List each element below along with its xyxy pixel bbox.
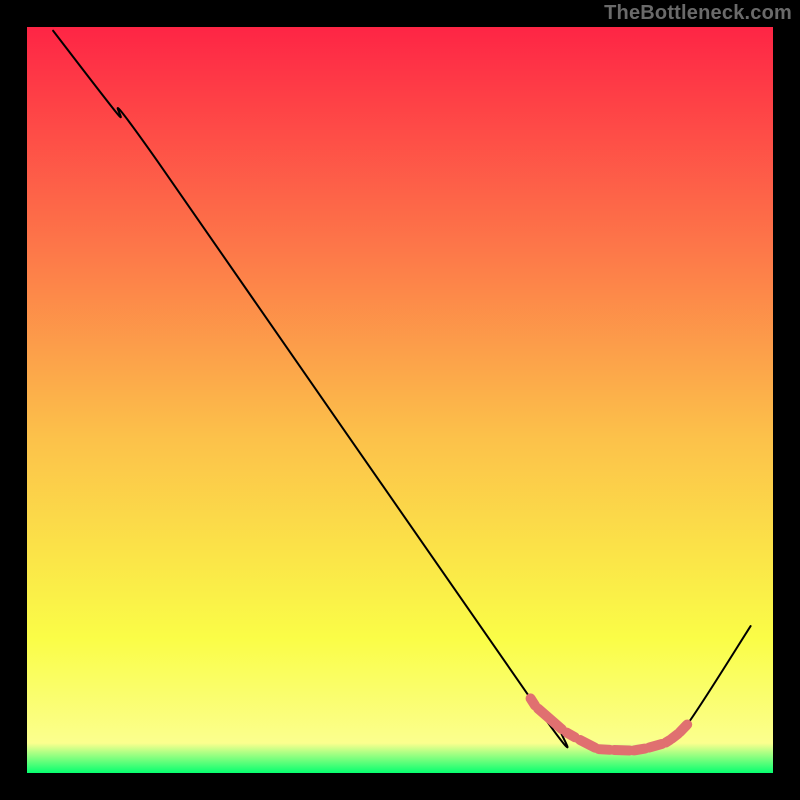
chart-root: TheBottleneck.com: [0, 0, 800, 800]
optimal-band-segment: [614, 750, 630, 751]
watermark-text: TheBottleneck.com: [604, 2, 792, 25]
chart-svg: [0, 0, 800, 800]
optimal-band-segment: [649, 744, 662, 748]
optimal-band-segment: [567, 733, 575, 738]
optimal-band-segment: [580, 740, 595, 748]
optimal-band-segment: [599, 749, 610, 750]
optimal-band-segment: [634, 749, 645, 751]
optimal-band-end-dot: [526, 693, 536, 703]
optimal-band-end-dot: [682, 720, 692, 730]
plot-background: [27, 27, 773, 773]
